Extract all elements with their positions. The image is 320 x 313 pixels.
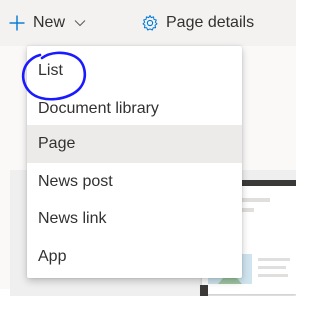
menu-item-label: App (38, 248, 67, 265)
thumbnail-text-line (258, 266, 286, 269)
menu-item-page[interactable]: Page (27, 125, 242, 163)
plus-icon (9, 15, 25, 31)
menu-item-label: Document library (38, 100, 159, 117)
thumbnail-text-line (258, 274, 288, 277)
menu-item-label: News link (38, 210, 107, 227)
menu-item-label: News post (38, 173, 113, 190)
chevron-down-icon (74, 20, 86, 27)
menu-item-label: Page (38, 135, 76, 152)
page-details-button[interactable]: Page details (141, 9, 254, 37)
menu-item-news-link[interactable]: News link (27, 200, 242, 238)
gear-icon (142, 15, 158, 31)
menu-item-document-library[interactable]: Document library (27, 90, 242, 128)
new-dropdown-menu: List Document library Page News post New… (27, 46, 242, 278)
menu-item-label: List (38, 62, 63, 79)
page-footer-space (0, 296, 296, 313)
menu-item-list[interactable]: List (27, 52, 242, 90)
page: New Page details List Document library P… (0, 0, 296, 313)
menu-item-news-post[interactable]: News post (27, 163, 242, 201)
new-button-label: New (33, 14, 66, 31)
page-details-label: Page details (166, 14, 255, 31)
menu-item-app[interactable]: App (27, 238, 242, 276)
new-button[interactable]: New (8, 9, 86, 37)
command-bar: New Page details (0, 0, 296, 46)
thumbnail-text-line (258, 258, 290, 261)
